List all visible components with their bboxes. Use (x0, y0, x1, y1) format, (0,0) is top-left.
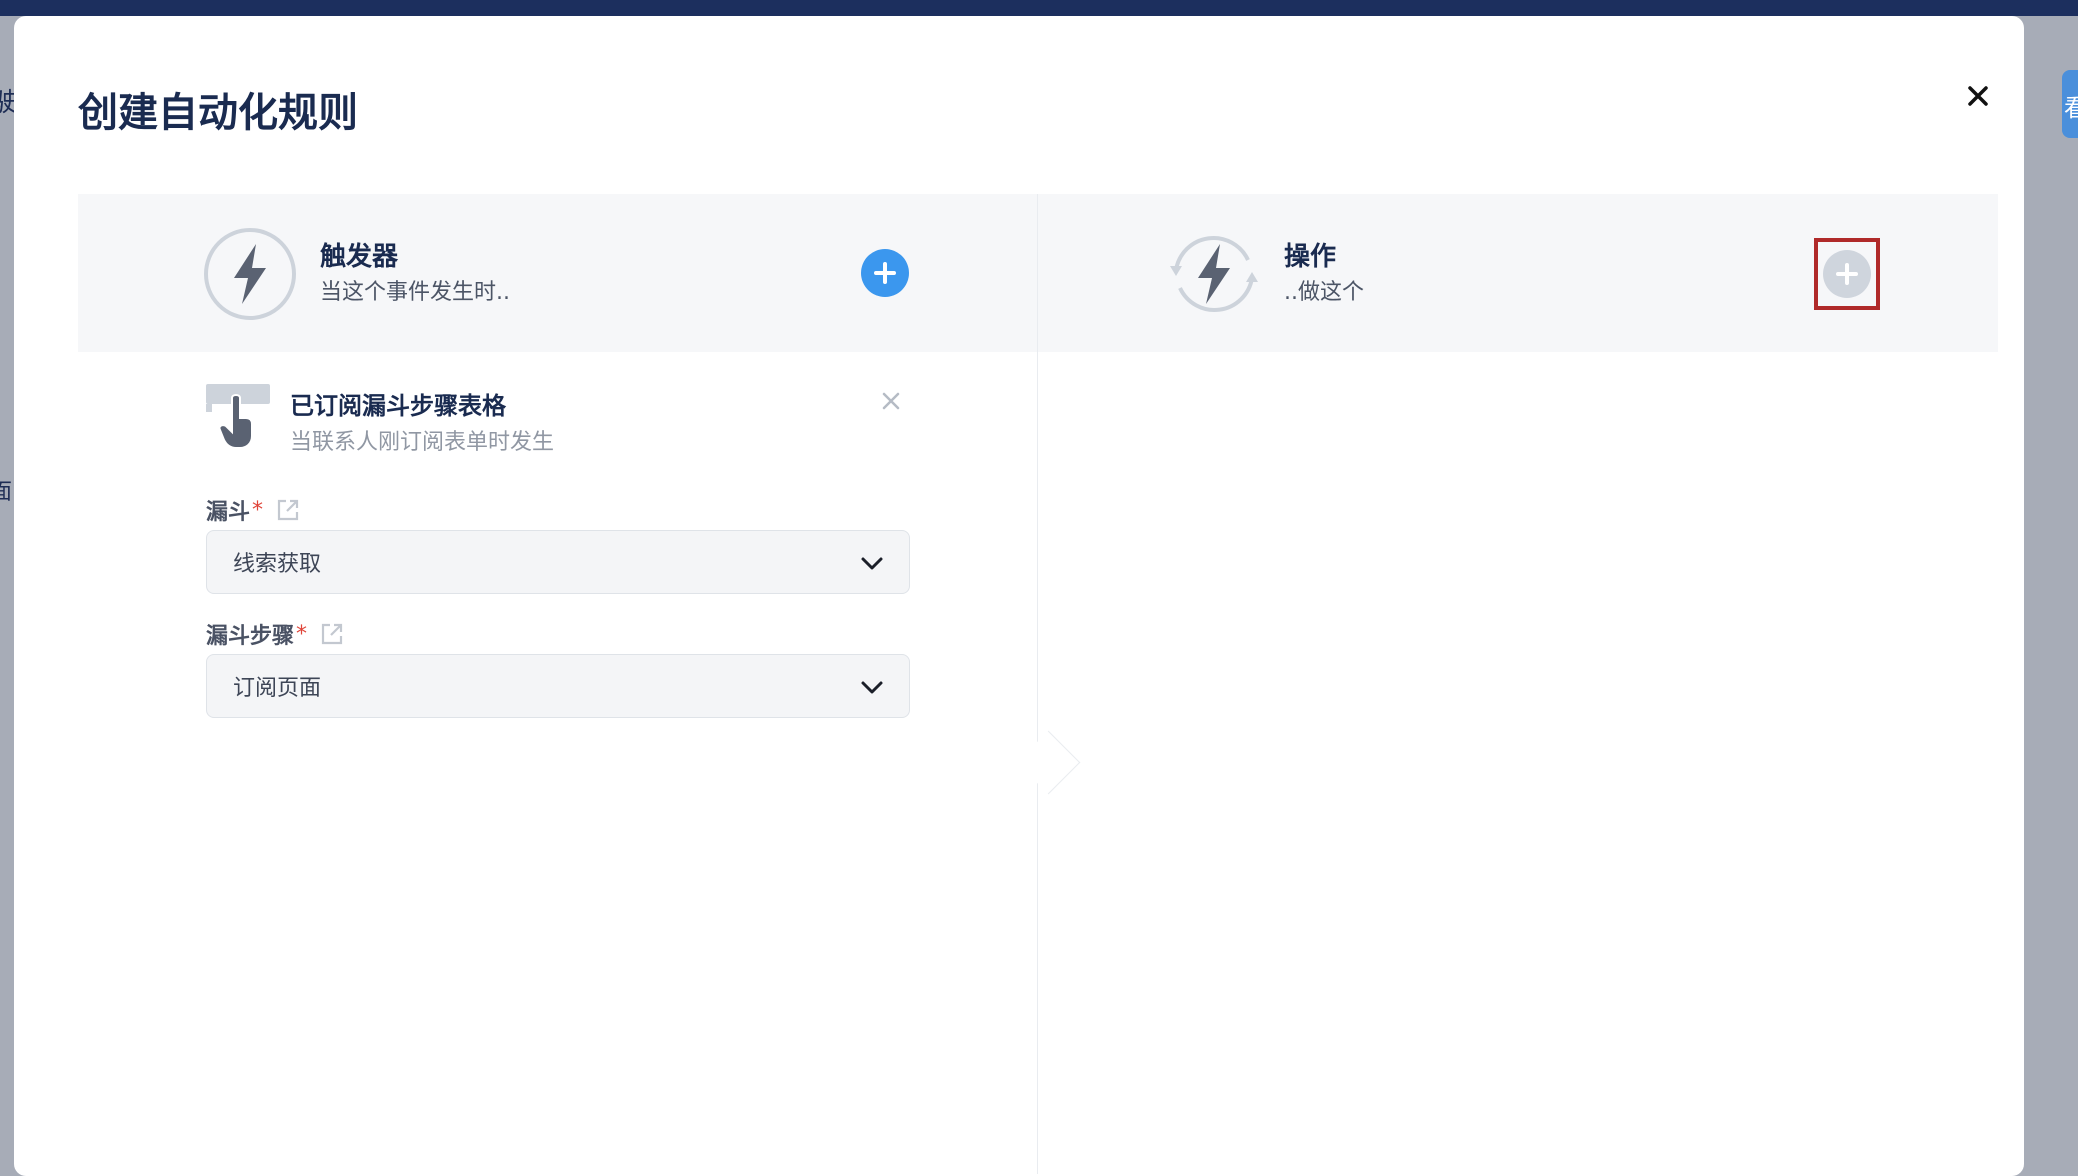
required-mark: * (252, 497, 264, 523)
create-automation-rule-modal: 创建自动化规则 触发器 当这个事件发生时.. 操作 ..做这个 已订阅漏斗步骤表… (14, 16, 2024, 1176)
trigger-header-title: 触发器 (320, 242, 399, 272)
remove-trigger-button[interactable] (876, 386, 906, 416)
action-header-title: 操作 (1284, 242, 1337, 272)
add-action-highlight (1814, 238, 1880, 310)
modal-title: 创建自动化规则 (78, 90, 358, 136)
funnel-step-field-label: 漏斗步骤 * (206, 618, 345, 650)
close-icon (1968, 86, 1988, 106)
funnel-field-label: 漏斗 * (206, 494, 301, 526)
funnel-select[interactable]: 线索获取 (206, 530, 910, 594)
flow-arrow (1016, 730, 1081, 795)
add-action-button[interactable] (1823, 250, 1871, 298)
chevron-down-icon (861, 681, 883, 694)
plus-icon (1836, 263, 1858, 285)
funnel-step-select-value: 订阅页面 (233, 676, 322, 701)
external-link-icon[interactable] (275, 497, 301, 523)
close-button[interactable] (1958, 76, 1998, 116)
form-hand-icon (206, 384, 270, 448)
panel-divider (1037, 194, 1038, 1174)
trigger-header-subtitle: 当这个事件发生时.. (320, 280, 510, 305)
funnel-step-select[interactable]: 订阅页面 (206, 654, 910, 718)
background-button: 看 (2062, 70, 2078, 138)
lightning-icon (204, 228, 296, 320)
funnel-select-value: 线索获取 (233, 552, 322, 577)
app-top-bar (0, 0, 2078, 16)
chevron-down-icon (861, 557, 883, 570)
rule-builder-panel: 触发器 当这个事件发生时.. 操作 ..做这个 已订阅漏斗步骤表格 当联系人刚订… (78, 194, 1998, 1174)
plus-icon (874, 262, 896, 284)
lightning-cycle-icon (1170, 236, 1258, 312)
required-mark: * (296, 621, 308, 647)
background-text-fragment: 面 (0, 480, 13, 505)
trigger-header: 触发器 当这个事件发生时.. (78, 194, 1037, 352)
external-link-icon[interactable] (319, 621, 345, 647)
close-icon (882, 392, 900, 410)
trigger-description: 当联系人刚订阅表单时发生 (290, 430, 555, 455)
trigger-name: 已订阅漏斗步骤表格 (290, 392, 506, 420)
action-header-subtitle: ..做这个 (1284, 280, 1364, 305)
add-trigger-button[interactable] (861, 249, 909, 297)
